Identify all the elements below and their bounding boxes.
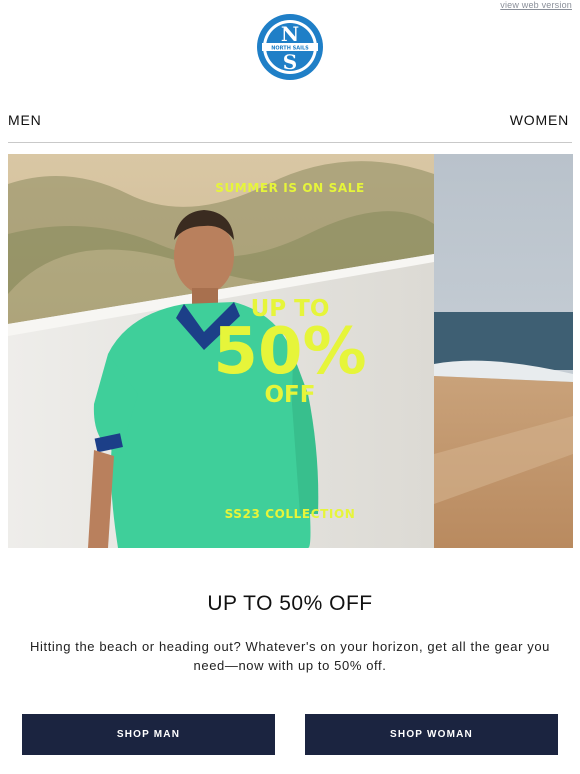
logo-letter-n: N bbox=[281, 22, 299, 46]
shop-woman-button[interactable]: SHOP WOMAN bbox=[305, 714, 558, 755]
logo-mark: N NORTH SAILS S bbox=[257, 14, 323, 80]
logo-letter-s: S bbox=[283, 50, 297, 74]
nav-men-link[interactable]: MEN bbox=[8, 112, 42, 128]
nav-women-link[interactable]: WOMEN bbox=[510, 112, 569, 128]
north-sails-logo[interactable]: N NORTH SAILS S bbox=[256, 13, 324, 81]
section-body-copy: Hitting the beach or heading out? Whatev… bbox=[30, 639, 550, 673]
hero-tagline: SUMMER IS ON SALE bbox=[215, 181, 365, 195]
shop-man-button[interactable]: SHOP MAN bbox=[22, 714, 275, 755]
hero-banner[interactable]: SUMMER IS ON SALE UP TO 50% OFF SS23 COL… bbox=[8, 154, 573, 548]
top-nav: MEN WOMEN bbox=[8, 110, 572, 143]
hero-headline-line3: OFF bbox=[265, 382, 316, 408]
hero-headline-line2: 50% bbox=[213, 315, 366, 389]
hero-image: SUMMER IS ON SALE UP TO 50% OFF SS23 COL… bbox=[8, 154, 573, 548]
hero-collection: SS23 COLLECTION bbox=[225, 507, 356, 521]
view-web-version-link[interactable]: view web version bbox=[500, 0, 572, 10]
section-title: UP TO 50% OFF bbox=[207, 592, 373, 615]
